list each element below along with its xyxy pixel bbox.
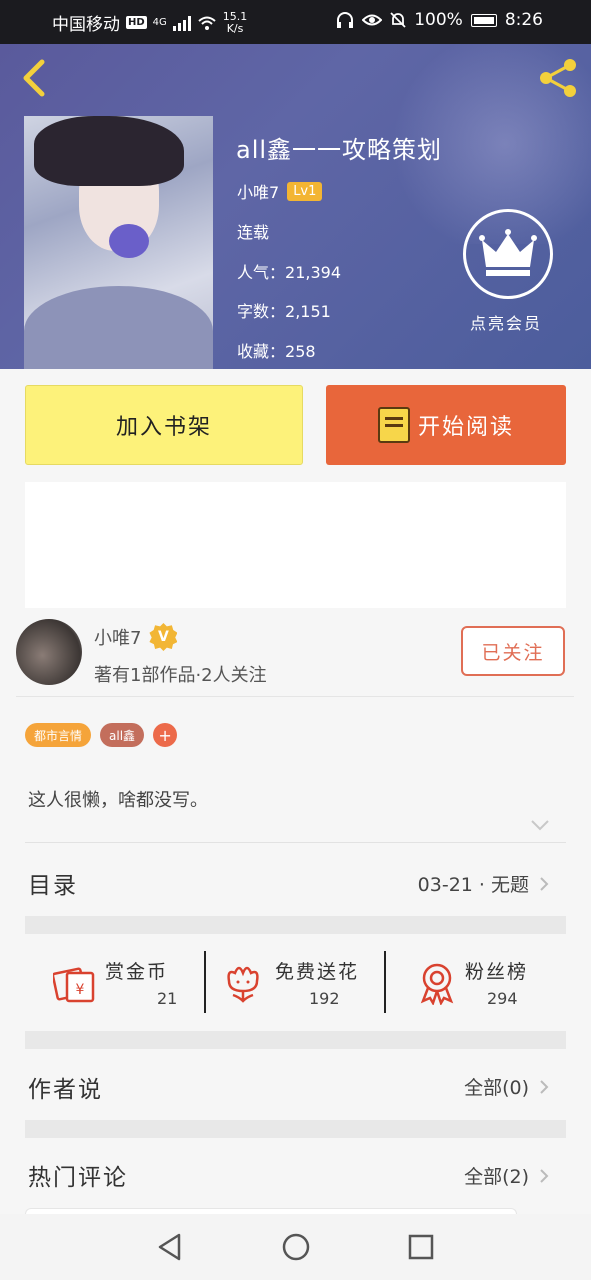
chevron-right-icon <box>540 1079 549 1094</box>
send-flower-stat[interactable]: 免费送花 192 <box>221 935 381 1031</box>
popularity-stat: 人气：21,394 <box>237 263 341 282</box>
avatar[interactable] <box>16 619 82 685</box>
tag-list: 都市言情 all鑫 + <box>25 723 178 747</box>
toc-latest-chapter[interactable]: 03-21 · 无题 <box>418 870 549 897</box>
send-flower-label: 免费送花 <box>275 961 360 983</box>
tag-genre[interactable]: 都市言情 <box>25 723 92 747</box>
divider <box>384 951 386 1013</box>
fan-ranking-label: 粉丝榜 <box>465 961 529 983</box>
signal-icon <box>172 15 191 31</box>
wifi-icon <box>198 16 216 30</box>
author-name-row: 小唯7 V <box>94 623 178 651</box>
hot-comments-count: 全部(2) <box>464 1166 529 1188</box>
section-separator <box>25 1031 566 1049</box>
back-arrow-icon[interactable] <box>18 58 48 98</box>
book-cover-image[interactable] <box>24 116 213 369</box>
author-card[interactable]: 小唯7 V 著有1部作品·2人关注 已关注 <box>16 613 574 697</box>
start-reading-label: 开始阅读 <box>417 415 514 440</box>
headphones-icon <box>337 12 354 28</box>
mute-bell-icon <box>390 12 406 28</box>
book-header: all鑫一一攻略策划 小唯7 Lv1 连载 人气：21,394 字数：2,151… <box>0 44 591 369</box>
system-nav-bar <box>0 1214 591 1280</box>
latest-chapter-label: 03-21 · 无题 <box>417 874 529 896</box>
fan-ranking-value: 294 <box>487 989 518 1008</box>
word-count-stat: 字数：2,151 <box>237 302 331 321</box>
battery-percent: 100% <box>414 10 463 30</box>
status-bar: 中国移动 HD 4G 15.1 K/s 100% 8:26 <box>0 0 591 44</box>
network-type: 4G <box>152 17 167 28</box>
follow-button[interactable]: 已关注 <box>461 626 565 676</box>
author-says-count: 全部(0) <box>464 1077 529 1099</box>
nav-back-icon[interactable] <box>155 1232 185 1262</box>
nav-home-icon[interactable] <box>281 1232 311 1262</box>
vip-crown-button[interactable] <box>463 209 553 299</box>
svg-text:¥: ¥ <box>76 982 85 998</box>
toc-title[interactable]: 目录 <box>28 866 78 900</box>
reward-coin-label: 赏金币 <box>105 961 169 983</box>
favorites-stat: 收藏：258 <box>237 342 316 361</box>
book-detail-screen: 中国移动 HD 4G 15.1K/s 100% 8:26 all鑫一一攻略策划 <box>0 0 591 1280</box>
book-author[interactable]: 小唯7 <box>237 179 279 203</box>
chevron-right-icon <box>540 1168 549 1183</box>
reward-coin-stat[interactable]: ¥ 赏金币 21 <box>53 935 203 1031</box>
add-to-shelf-button[interactable]: 加入书架 <box>25 385 303 465</box>
reward-coin-icon: ¥ <box>53 967 95 1003</box>
nav-recents-icon[interactable] <box>406 1232 436 1262</box>
book-author-row[interactable]: 小唯7 Lv1 <box>237 179 323 203</box>
start-reading-button[interactable]: 开始阅读 <box>326 385 566 465</box>
book-icon <box>377 407 410 443</box>
battery-icon <box>470 13 497 27</box>
author-says-title[interactable]: 作者说 <box>28 1070 103 1104</box>
fan-rank-icon <box>420 963 454 1005</box>
verified-badge-icon: V <box>149 623 178 651</box>
send-flower-value: 192 <box>309 989 340 1008</box>
author-stats: 著有1部作品·2人关注 <box>94 665 267 686</box>
eye-icon <box>362 14 383 26</box>
add-tag-button[interactable]: + <box>153 723 178 747</box>
author-name[interactable]: 小唯7 <box>94 624 141 650</box>
tag-topic[interactable]: all鑫 <box>100 723 145 747</box>
flower-icon <box>227 966 259 1003</box>
hd-indicator: HD <box>126 16 147 29</box>
author-says-all-link[interactable]: 全部(0) <box>464 1073 549 1100</box>
blank-banner-area <box>25 482 566 608</box>
section-separator <box>25 1120 566 1138</box>
reward-coin-value: 21 <box>157 989 178 1008</box>
level-badge: Lv1 <box>287 181 323 201</box>
divider <box>25 842 566 843</box>
vip-label[interactable]: 点亮会员 <box>470 310 542 334</box>
share-icon[interactable] <box>536 56 582 100</box>
book-title: all鑫一一攻略策划 <box>236 136 443 164</box>
divider <box>204 951 206 1013</box>
section-separator <box>25 916 566 934</box>
clock: 8:26 <box>504 10 543 30</box>
crown-icon <box>479 229 537 276</box>
fan-ranking-stat[interactable]: 粉丝榜 294 <box>415 935 555 1031</box>
hot-comments-title[interactable]: 热门评论 <box>28 1158 128 1192</box>
chevron-down-icon[interactable] <box>530 818 550 832</box>
book-description: 这人很懒，啥都没写。 <box>28 790 208 811</box>
network-speed: 15.1 K/s <box>222 9 248 35</box>
carrier-name: 中国移动 <box>52 15 120 35</box>
stats-row: ¥ 赏金币 21 免费送花 192 粉丝榜 294 <box>25 935 566 1031</box>
chevron-right-icon <box>540 876 549 891</box>
serial-status: 连载 <box>237 223 270 242</box>
hot-comments-all-link[interactable]: 全部(2) <box>464 1162 549 1189</box>
